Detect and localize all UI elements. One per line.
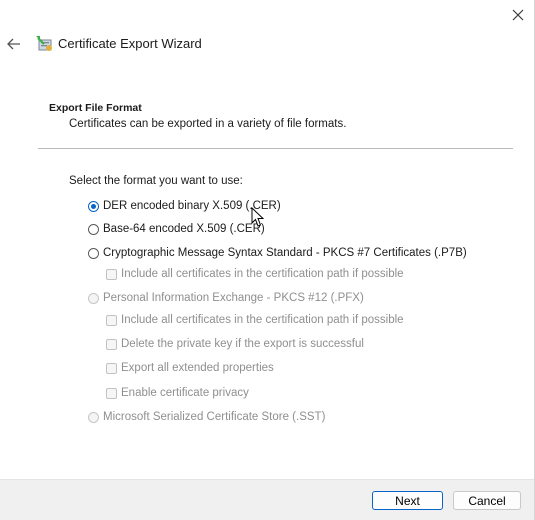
checkbox-label: Enable certificate privacy (121, 387, 249, 399)
close-button[interactable] (504, 2, 532, 28)
certificate-wizard-icon (36, 36, 52, 51)
format-prompt: Select the format you want to use: (69, 175, 243, 187)
checkbox-label: Include all certificates in the certific… (121, 314, 404, 326)
wizard-footer: Next Cancel (0, 479, 534, 520)
title-bar: Certificate Export Wizard (0, 0, 534, 88)
checkbox-pkcs7-include-all: Include all certificates in the certific… (106, 265, 404, 283)
cancel-button[interactable]: Cancel (453, 491, 521, 510)
radio-label: Cryptographic Message Syntax Standard - … (103, 247, 467, 259)
checkbox (106, 362, 117, 374)
checkbox-label: Delete the private key if the export is … (121, 338, 364, 350)
radio-button[interactable] (88, 200, 99, 212)
section-description: Certificates can be exported in a variet… (69, 118, 347, 130)
back-button[interactable] (2, 32, 26, 56)
radio-button (88, 411, 99, 423)
checkbox-pfx-include-all: Include all certificates in the certific… (106, 311, 404, 329)
divider (38, 148, 513, 149)
next-button[interactable]: Next (372, 491, 443, 510)
radio-button[interactable] (88, 223, 99, 235)
checkbox-label: Include all certificates in the certific… (121, 268, 404, 280)
checkbox (106, 338, 117, 350)
radio-label: Microsoft Serialized Certificate Store (… (103, 411, 326, 423)
radio-label: Personal Information Exchange - PKCS #12… (103, 292, 364, 304)
radio-pkcs7-p7b[interactable]: Cryptographic Message Syntax Standard - … (88, 244, 467, 262)
checkbox-pfx-export-extended: Export all extended properties (106, 359, 274, 377)
radio-sst: Microsoft Serialized Certificate Store (… (88, 408, 325, 426)
checkbox-pfx-privacy: Enable certificate privacy (106, 384, 249, 402)
radio-button (88, 292, 99, 304)
section-title: Export File Format (49, 102, 142, 114)
checkbox (106, 387, 117, 399)
radio-pfx: Personal Information Exchange - PKCS #12… (88, 289, 364, 307)
mouse-cursor-icon (251, 207, 265, 227)
checkbox (106, 268, 117, 280)
radio-label: Base-64 encoded X.509 (.CER) (103, 223, 265, 235)
back-arrow-icon (7, 38, 20, 50)
checkbox-label: Export all extended properties (121, 362, 274, 374)
window-title: Certificate Export Wizard (58, 36, 202, 51)
radio-button[interactable] (88, 247, 99, 259)
close-icon (512, 9, 524, 21)
radio-base64-cer[interactable]: Base-64 encoded X.509 (.CER) (88, 220, 265, 238)
checkbox-pfx-delete-key: Delete the private key if the export is … (106, 335, 364, 353)
checkbox (106, 314, 117, 326)
